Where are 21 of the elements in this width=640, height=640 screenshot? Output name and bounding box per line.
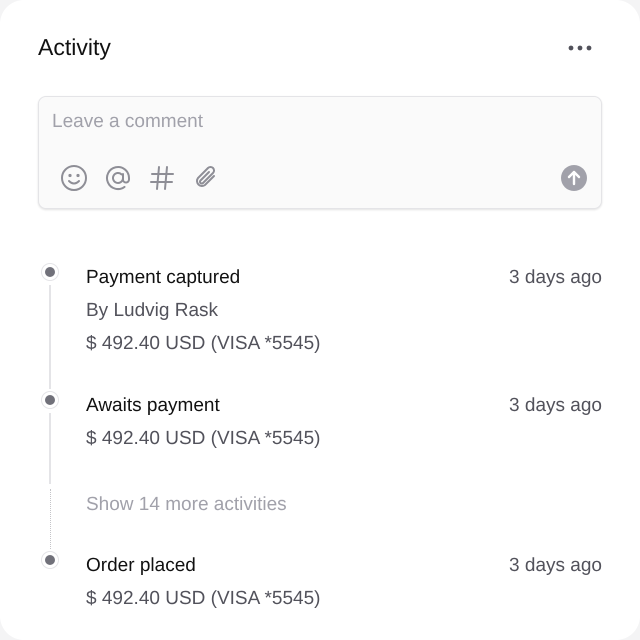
more-options-button[interactable] (568, 45, 592, 51)
activity-title: Awaits payment (86, 394, 220, 416)
timeline-dot (45, 395, 55, 405)
timeline-dot (45, 555, 55, 565)
activity-title: Payment captured (86, 266, 240, 288)
activity-time: 3 days ago (509, 266, 602, 288)
activity-detail: $ 492.40 USD (VISA *5545) (86, 332, 322, 356)
hashtag-icon[interactable] (148, 164, 176, 192)
show-more-link[interactable]: Show 14 more activities (86, 488, 287, 521)
emoji-icon[interactable] (60, 164, 88, 192)
activity-detail: $ 492.40 USD (VISA *5545) (86, 587, 322, 611)
activity-detail: $ 492.40 USD (VISA *5545) (86, 427, 322, 451)
panel-title: Activity (38, 34, 111, 61)
activity-time: 3 days ago (509, 554, 602, 576)
timeline-dot (45, 267, 55, 277)
activity-title: Order placed (86, 554, 196, 576)
send-icon[interactable] (561, 165, 587, 191)
activity-time: 3 days ago (509, 394, 602, 416)
mention-icon[interactable] (104, 164, 132, 192)
comment-field[interactable]: Leave a comment (52, 111, 589, 133)
activity-detail: By Ludvig Rask (86, 299, 220, 323)
